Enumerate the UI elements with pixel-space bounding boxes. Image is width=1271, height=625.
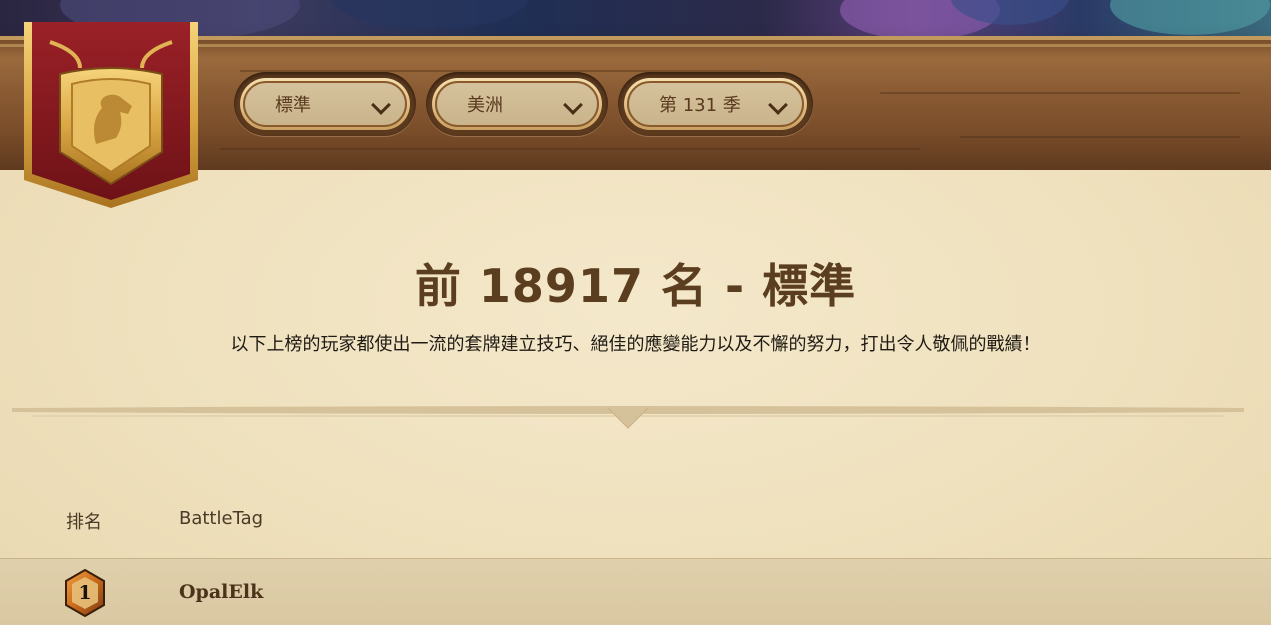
ornamental-divider — [12, 402, 1244, 432]
mode-dropdown[interactable]: 標準 — [240, 78, 410, 130]
parchment-background — [0, 170, 1271, 625]
column-header-rank[interactable]: 排名 — [66, 508, 102, 534]
season-dropdown-value: 第 131 季 — [659, 95, 741, 116]
mode-dropdown-frame: 標準 — [234, 72, 416, 136]
season-dropdown[interactable]: 第 131 季 — [624, 78, 807, 130]
region-dropdown[interactable]: 美洲 — [432, 78, 602, 130]
region-dropdown-value: 美洲 — [467, 95, 503, 116]
mode-dropdown-value: 標準 — [275, 95, 311, 116]
season-dropdown-frame: 第 131 季 — [618, 72, 813, 136]
horse-crest-icon — [20, 22, 202, 210]
table-row[interactable]: 1 OpalElk — [0, 558, 1271, 625]
rank-hexagon-badge-icon: 1 — [64, 568, 106, 618]
player-battletag[interactable]: OpalElk — [179, 581, 263, 603]
region-dropdown-frame: 美洲 — [426, 72, 608, 136]
column-header-battletag[interactable]: BattleTag — [179, 508, 263, 529]
rank-number: 1 — [78, 582, 92, 604]
page-subtitle: 以下上榜的玩家都使出一流的套牌建立技巧、絕佳的應變能力以及不懈的努力，打出令人敬… — [230, 334, 1041, 355]
page-title: 前 18917 名 - 標準 — [414, 259, 857, 313]
